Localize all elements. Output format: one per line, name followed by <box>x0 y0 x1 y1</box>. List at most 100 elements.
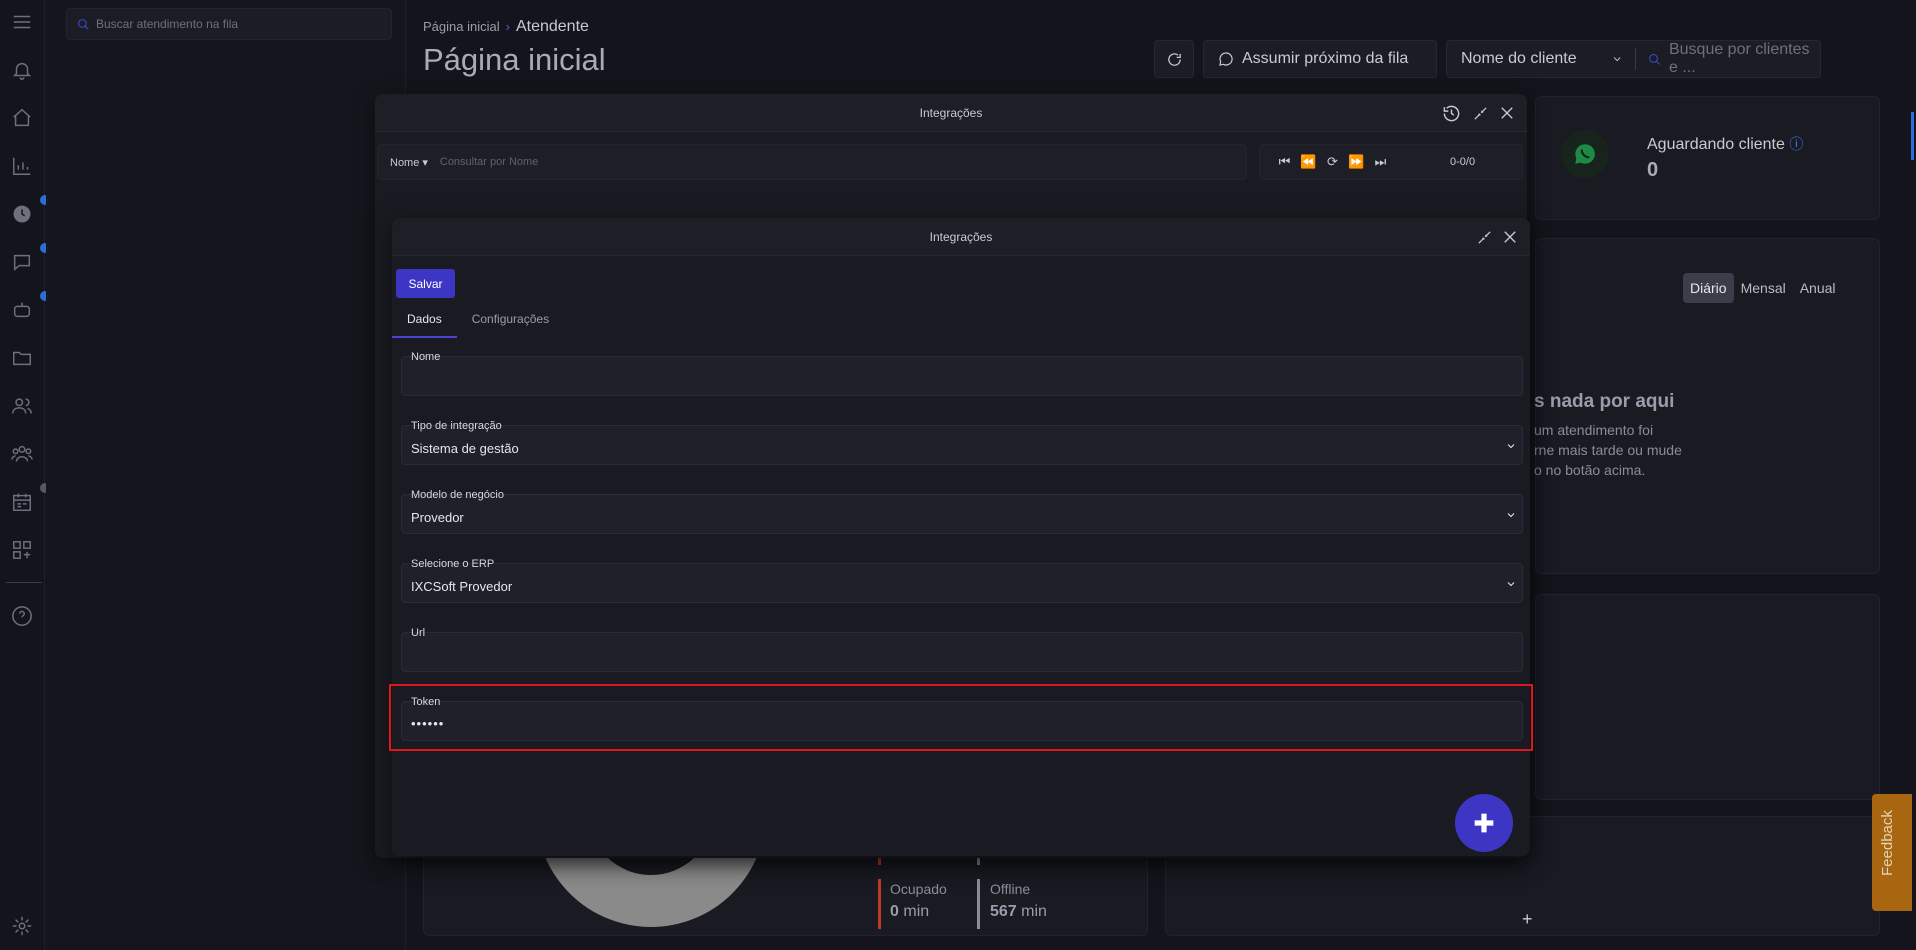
period-monthly[interactable]: Mensal <box>1734 273 1793 303</box>
bell-icon[interactable] <box>10 58 34 82</box>
modelo-negocio-select[interactable]: Modelo de negócio Provedor <box>401 489 1523 534</box>
first-page-icon[interactable]: ⏮ <box>1276 154 1293 170</box>
next-queue-button[interactable]: Assumir próximo da fila <box>1203 40 1437 78</box>
token-highlight-box <box>389 684 1533 751</box>
empty-title: s nada por aqui <box>1534 391 1675 412</box>
users-icon[interactable] <box>10 394 34 418</box>
rail-divider <box>6 582 42 583</box>
integrations-list-modal: Integrações Nome Consultar por Nome ⏮ ⏪ … <box>375 94 1533 858</box>
tab-dados[interactable]: Dados <box>392 308 457 338</box>
client-search-bar: Nome do cliente Busque por clientes e ..… <box>1446 40 1821 78</box>
waiting-label: Aguardando cliente ⓘ <box>1647 136 1804 153</box>
chart-icon[interactable] <box>10 154 34 178</box>
client-search-input[interactable]: Busque por clientes e ... <box>1669 41 1820 77</box>
breadcrumb-root[interactable]: Página inicial <box>423 19 500 34</box>
widgets-icon[interactable] <box>10 538 34 562</box>
integration-form-modal: Integrações Salvar Dados Configurações N… <box>389 218 1533 856</box>
modelo-negocio-value: Provedor <box>411 510 464 525</box>
form-modal-title: Integrações <box>929 230 993 244</box>
chat-icon[interactable] <box>10 250 34 274</box>
page-title: Página inicial <box>423 42 606 77</box>
search-icon <box>78 18 89 30</box>
add-icon[interactable]: + <box>1522 909 1533 930</box>
waiting-card: Aguardando cliente ⓘ 0 <box>1535 96 1880 220</box>
nome-field[interactable]: Nome <box>401 351 1523 396</box>
side-card <box>1535 594 1880 800</box>
filter-input[interactable]: Consultar por Nome <box>440 156 538 168</box>
robot-icon[interactable] <box>10 298 34 322</box>
chevron-down-icon <box>1505 439 1517 457</box>
next-queue-label: Assumir próximo da fila <box>1242 50 1409 67</box>
minimize-icon[interactable] <box>1470 103 1490 123</box>
busy-value: 0 min <box>890 903 930 920</box>
filter-bar: Nome Consultar por Nome <box>377 144 1247 180</box>
empty-description: um atendimento foi rne mais tarde ou mud… <box>1534 422 1682 478</box>
search-icon <box>1648 53 1660 65</box>
help-icon[interactable] <box>10 604 34 628</box>
divider <box>1634 48 1636 70</box>
icon-rail <box>0 0 50 950</box>
history-icon[interactable] <box>1441 103 1461 123</box>
chat-bubble-icon <box>1219 52 1233 66</box>
tipo-integracao-select[interactable]: Tipo de integração Sistema de gestão <box>401 420 1523 465</box>
offline-bar <box>977 879 980 929</box>
tipo-integracao-value: Sistema de gestão <box>411 441 519 456</box>
period-yearly[interactable]: Anual <box>1793 273 1843 303</box>
pager: ⏮ ⏪ ⟳ ⏩ ⏭ 0-0/0 <box>1259 144 1523 180</box>
chevron-right-icon: › <box>505 19 510 34</box>
team-icon[interactable] <box>10 442 34 466</box>
form-tabs: Dados Configurações <box>392 308 564 338</box>
feedback-button[interactable]: Feedback <box>1872 794 1912 911</box>
refresh-button[interactable] <box>1154 40 1194 78</box>
modal-title: Integrações <box>919 106 983 120</box>
close-icon[interactable] <box>1497 103 1517 123</box>
save-button[interactable]: Salvar <box>396 269 455 298</box>
menu-icon[interactable] <box>10 10 34 34</box>
home-icon[interactable] <box>10 106 34 130</box>
prev-page-icon[interactable]: ⏪ <box>1300 154 1317 170</box>
info-icon[interactable]: ⓘ <box>1789 136 1803 152</box>
calendar-icon[interactable] <box>10 490 34 514</box>
waiting-value: 0 <box>1647 159 1659 181</box>
scrollbar-thumb[interactable] <box>1911 112 1914 160</box>
nome-label: Nome <box>411 351 441 363</box>
breadcrumb-current: Atendente <box>515 18 589 35</box>
filter-field-select[interactable]: Nome <box>378 156 440 169</box>
close-icon[interactable] <box>1500 227 1520 247</box>
erp-label: Selecione o ERP <box>411 558 495 570</box>
form-modal-header: Integrações <box>392 218 1530 256</box>
refresh-icon <box>1167 52 1181 66</box>
add-button[interactable] <box>1455 794 1513 852</box>
queue-search-placeholder: Buscar atendimento na fila <box>96 17 239 31</box>
queue-panel: Buscar atendimento na fila <box>46 0 406 950</box>
breadcrumb: Página inicial › Atendente <box>423 18 589 36</box>
url-field[interactable]: Url <box>401 627 1523 672</box>
minimize-icon[interactable] <box>1474 227 1494 247</box>
busy-bar <box>878 879 881 929</box>
chevron-down-icon <box>1505 508 1517 526</box>
client-select[interactable]: Nome do cliente <box>1461 50 1611 68</box>
erp-select[interactable]: Selecione o ERP IXCSoft Provedor <box>401 558 1523 603</box>
queue-search-input[interactable]: Buscar atendimento na fila <box>66 8 392 40</box>
modelo-negocio-label: Modelo de negócio <box>411 489 504 501</box>
folder-icon[interactable] <box>10 346 34 370</box>
url-label: Url <box>411 627 426 639</box>
next-page-icon[interactable]: ⏩ <box>1348 154 1365 170</box>
offline-value: 567 min <box>990 903 1047 920</box>
tipo-integracao-label: Tipo de integração <box>411 420 502 432</box>
tab-configuracoes[interactable]: Configurações <box>457 308 564 338</box>
clock-icon[interactable] <box>10 202 34 226</box>
settings-icon[interactable] <box>10 914 34 938</box>
reload-icon[interactable]: ⟳ <box>1324 154 1341 170</box>
modal-header: Integrações <box>375 94 1527 132</box>
plus-icon <box>1474 813 1494 833</box>
offline-label: Offline <box>990 881 1031 897</box>
whatsapp-icon <box>1561 130 1609 178</box>
feedback-label: Feedback <box>1879 810 1896 876</box>
period-daily[interactable]: Diário <box>1683 273 1734 303</box>
chevron-down-icon <box>1505 577 1517 595</box>
pager-count: 0-0/0 <box>1450 156 1476 168</box>
erp-value: IXCSoft Provedor <box>411 579 513 594</box>
chevron-down-icon <box>1613 57 1621 62</box>
last-page-icon[interactable]: ⏭ <box>1372 154 1389 170</box>
